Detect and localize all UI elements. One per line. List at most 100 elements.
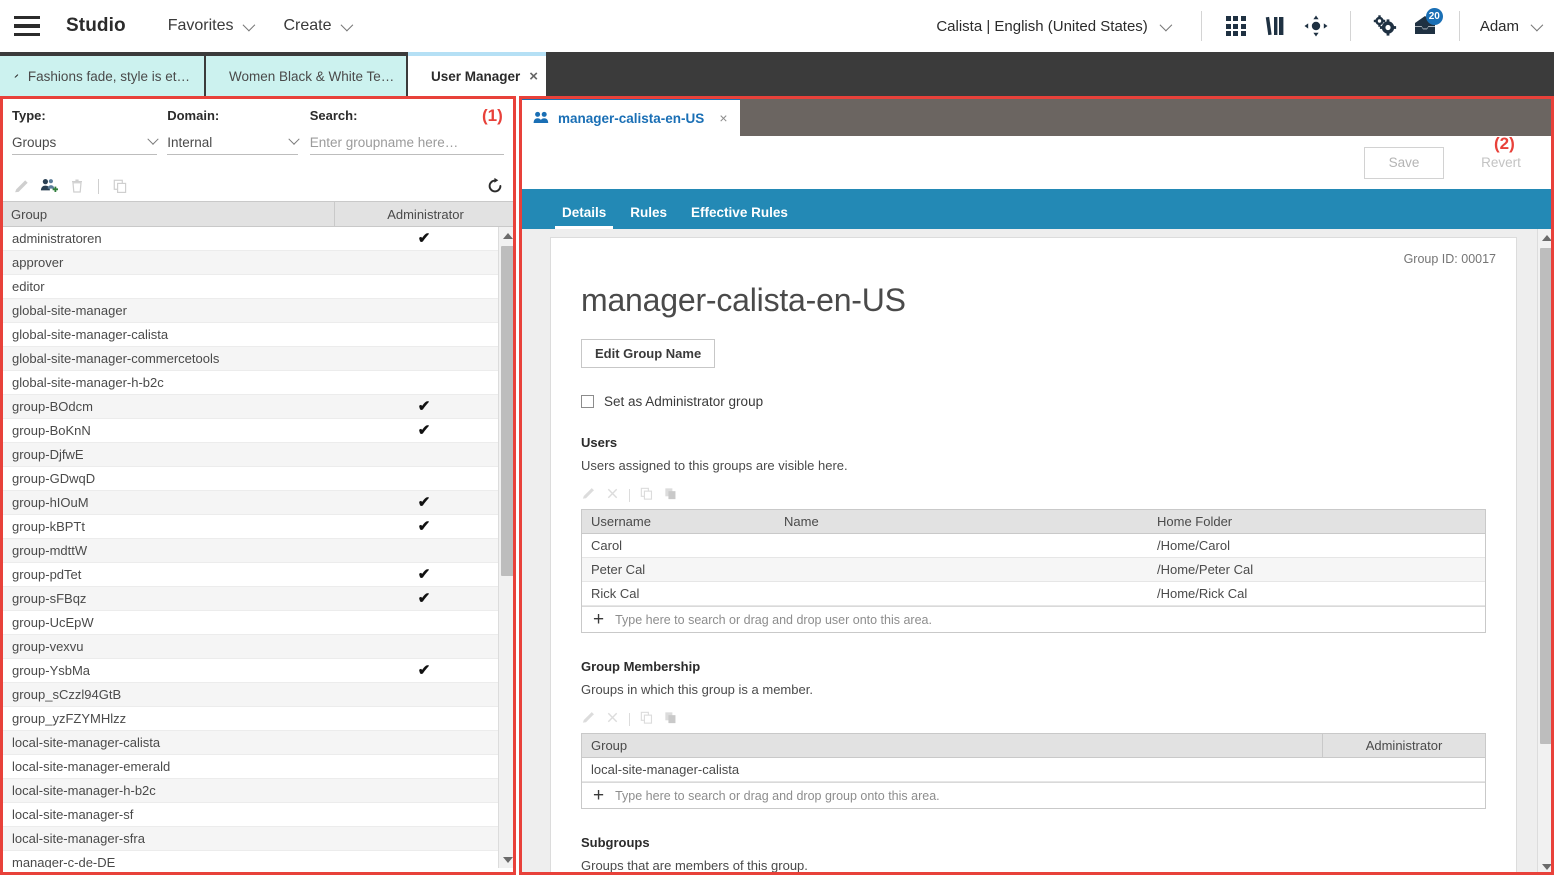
search-input[interactable]: Enter groupname here… — [310, 135, 459, 150]
library-icon[interactable] — [1256, 6, 1296, 46]
close-icon[interactable]: × — [719, 110, 727, 126]
scroll-down-icon[interactable] — [1538, 858, 1554, 875]
table-row[interactable]: group-mdttW — [1, 539, 515, 563]
table-row[interactable]: local-site-manager-sfra — [1, 827, 515, 851]
group-browser-panel: Type: Groups Domain: Internal Search: En… — [0, 96, 516, 875]
table-row[interactable]: group-BOdcm ✔ — [1, 395, 515, 419]
menu-favorites[interactable]: Favorites — [168, 17, 255, 35]
scroll-down-icon[interactable] — [499, 851, 515, 868]
edit-icon[interactable] — [581, 710, 596, 728]
table-row[interactable]: global-site-manager — [1, 299, 515, 323]
target-icon[interactable] — [1296, 6, 1336, 46]
table-row[interactable]: group-YsbMa ✔ — [1, 659, 515, 683]
table-row[interactable]: local-site-manager-emerald — [1, 755, 515, 779]
table-row[interactable]: local-site-manager-h-b2c — [1, 779, 515, 803]
table-row[interactable]: local-site-manager-sf — [1, 803, 515, 827]
scrollbar-thumb[interactable] — [1540, 248, 1553, 744]
apps-grid-icon[interactable] — [1216, 6, 1256, 46]
table-row[interactable]: group-BoKnN ✔ — [1, 419, 515, 443]
search-input-wrap[interactable]: Enter groupname here… — [309, 130, 504, 155]
table-row[interactable]: Carol/Home/Carol — [582, 534, 1485, 558]
paste-icon[interactable] — [663, 710, 678, 728]
checkmark-icon: ✔ — [417, 662, 431, 679]
copy-icon[interactable] — [639, 486, 654, 504]
duplicate-icon[interactable] — [111, 177, 129, 195]
table-row[interactable]: global-site-manager-h-b2c — [1, 371, 515, 395]
doc-tab-fashions-fade[interactable]: Fashions fade, style is et… — [0, 56, 206, 96]
doc-tab-women-black-white[interactable]: Women Black & White Te… — [206, 56, 408, 96]
column-header-administrator[interactable]: Administrator — [334, 202, 516, 226]
details-card: Group ID: 00017 manager-calista-en-US Ed… — [550, 237, 1517, 875]
column-header-group[interactable]: Group — [582, 734, 1322, 757]
table-row[interactable]: group-hIOuM ✔ — [1, 491, 515, 515]
group-membership-table: Group Administrator local-site-manager-c… — [581, 733, 1486, 809]
group-list-header: Group Administrator — [0, 201, 516, 227]
column-header-administrator[interactable]: Administrator — [1322, 734, 1485, 757]
group-name-cell: group_yzFZYMHlzz — [12, 711, 127, 726]
gears-icon[interactable] — [1365, 6, 1405, 46]
domain-select[interactable]: Internal — [167, 130, 300, 155]
save-button[interactable]: Save — [1364, 146, 1444, 179]
table-row[interactable]: group-GDwqD — [1, 467, 515, 491]
scroll-up-icon[interactable] — [1538, 229, 1554, 246]
inbox-icon[interactable]: 20 — [1405, 6, 1445, 46]
users-table-header: Username Name Home Folder — [582, 510, 1485, 534]
tab-effective-rules[interactable]: Effective Rules — [679, 205, 800, 229]
table-row[interactable]: group-vexvu — [1, 635, 515, 659]
scrollbar-thumb[interactable] — [501, 246, 514, 576]
table-row[interactable]: local-site-manager-calista — [582, 758, 1485, 782]
add-group-icon[interactable] — [40, 177, 58, 195]
scroll-up-icon[interactable] — [499, 227, 515, 244]
menu-create[interactable]: Create — [284, 17, 353, 35]
table-row[interactable]: group-UcEpW — [1, 611, 515, 635]
set-administrator-group-row[interactable]: Set as Administrator group — [581, 394, 1486, 409]
column-header-home-folder[interactable]: Home Folder — [1148, 510, 1485, 533]
table-row[interactable]: Peter Cal/Home/Peter Cal — [582, 558, 1485, 582]
set-administrator-group-checkbox[interactable] — [581, 395, 594, 408]
group-membership-add-row[interactable]: + Type here to search or drag and drop g… — [582, 782, 1485, 808]
table-row[interactable]: global-site-manager-commercetools — [1, 347, 515, 371]
table-row[interactable]: administratoren ✔ — [1, 227, 515, 251]
home-folder-cell: /Home/Carol — [1157, 538, 1230, 553]
close-icon[interactable]: × — [529, 68, 538, 85]
edit-icon[interactable] — [12, 177, 30, 195]
table-row[interactable]: group-sFBqz ✔ — [1, 587, 515, 611]
table-row[interactable]: global-site-manager-calista — [1, 323, 515, 347]
chevron-down-icon — [147, 133, 159, 145]
type-select[interactable]: Groups — [12, 130, 159, 155]
divider — [1349, 11, 1351, 41]
column-header-group[interactable]: Group — [0, 207, 334, 222]
tab-rules[interactable]: Rules — [618, 205, 679, 229]
table-row[interactable]: group-pdTet ✔ — [1, 563, 515, 587]
table-row[interactable]: group-DjfwE — [1, 443, 515, 467]
remove-icon[interactable] — [605, 486, 620, 504]
page-title: manager-calista-en-US — [581, 282, 906, 318]
remove-icon[interactable] — [605, 710, 620, 728]
paste-icon[interactable] — [663, 486, 678, 504]
table-row[interactable]: group-kBPTt ✔ — [1, 515, 515, 539]
refresh-icon[interactable] — [486, 177, 504, 195]
locale-selector[interactable]: Calista | English (United States) — [936, 18, 1173, 35]
table-row[interactable]: Rick Cal/Home/Rick Cal — [582, 582, 1485, 606]
copy-icon[interactable] — [639, 710, 654, 728]
column-header-name[interactable]: Name — [775, 510, 1148, 533]
table-row[interactable]: group_sCzzl94GtB — [1, 683, 515, 707]
group-list-scrollbar[interactable] — [498, 227, 515, 868]
table-row[interactable]: editor — [1, 275, 515, 299]
column-header-username[interactable]: Username — [582, 510, 775, 533]
entity-tab-manager-calista-en-us[interactable]: manager-calista-en-US × — [519, 96, 740, 136]
table-row[interactable]: local-site-manager-calista — [1, 731, 515, 755]
doc-tab-user-manager[interactable]: User Manager × — [408, 52, 546, 96]
users-section-description: Users assigned to this groups are visibl… — [581, 458, 848, 473]
edit-icon[interactable] — [581, 486, 596, 504]
user-menu[interactable]: Adam — [1480, 18, 1544, 35]
users-add-row[interactable]: + Type here to search or drag and drop u… — [582, 606, 1485, 632]
table-row[interactable]: group_yzFZYMHlzz — [1, 707, 515, 731]
edit-group-name-button[interactable]: Edit Group Name — [581, 339, 716, 368]
tab-details[interactable]: Details — [550, 205, 618, 229]
table-row[interactable]: approver — [1, 251, 515, 275]
table-row[interactable]: manager-c-de-DE — [1, 851, 515, 868]
hamburger-menu-icon[interactable] — [14, 16, 40, 36]
details-scrollbar[interactable] — [1537, 229, 1554, 875]
delete-icon[interactable] — [68, 177, 86, 195]
